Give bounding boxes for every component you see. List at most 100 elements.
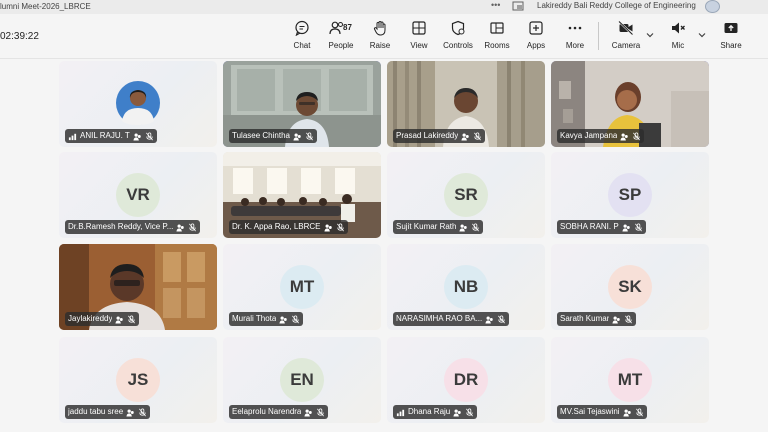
participant-name: Tulasee Chintha [232, 131, 290, 140]
initials-avatar: JS [116, 358, 160, 402]
participant-name: Jaylakireddy [68, 314, 113, 323]
participant-tile[interactable]: Tulasee Chintha [223, 61, 381, 147]
meeting-toolbar: 02:39:22 Chat 87 People Raise View Contr… [0, 14, 768, 59]
participant-name-tag: Dr.B.Ramesh Reddy, Vice P... [65, 220, 201, 234]
participant-name-tag: MV.Sai Tejaswini [557, 405, 647, 419]
role-icon [461, 133, 470, 141]
view-button[interactable]: View [399, 20, 439, 56]
participant-name: Eelaprolu Narendra [232, 407, 302, 416]
people-button[interactable]: 87 People [321, 20, 361, 56]
participant-name: Prasad Lakireddy [396, 131, 459, 140]
controls-button[interactable]: Controls [438, 20, 478, 56]
participant-name-tag: Kavya Jampana [557, 129, 645, 143]
camera-label: Camera [611, 41, 641, 50]
college-name: Lakireddy Bali Reddy College of Engineer… [537, 1, 696, 10]
participant-name: Kavya Jampana [560, 131, 618, 140]
participant-tile[interactable]: Dr. K. Appa Rao, LBRCE [223, 152, 381, 238]
share-label: Share [720, 41, 742, 50]
more-button[interactable]: More [555, 20, 595, 56]
more-options-icon[interactable]: ••• [491, 0, 500, 10]
share-button[interactable]: Share [711, 20, 751, 56]
mic-muted-icon [625, 314, 633, 323]
participant-tile[interactable]: SP SOBHA RANI. P [551, 152, 709, 238]
participant-name: Murali Thota [232, 314, 277, 323]
mic-muted-icon [498, 314, 506, 323]
mic-muted-icon [474, 131, 482, 140]
role-icon [293, 133, 301, 141]
initials-avatar: SK [608, 265, 652, 309]
participant-tile[interactable]: MT Murali Thota [223, 244, 381, 330]
participant-tile[interactable]: ANIL RAJU. T [59, 61, 217, 147]
mic-label: Mic [671, 41, 685, 50]
people-label: People [328, 41, 354, 50]
mic-muted-icon [145, 131, 153, 140]
rooms-button[interactable]: Rooms [477, 20, 517, 56]
role-icon [304, 409, 313, 417]
apps-button[interactable]: Apps [516, 20, 556, 56]
user-avatar[interactable] [705, 0, 720, 13]
participant-name-tag: Dhana Raju [393, 405, 478, 419]
participant-tile[interactable]: Kavya Jampana [551, 61, 709, 147]
chevron-down-icon[interactable] [645, 30, 655, 40]
mic-muted-icon [466, 407, 474, 416]
camera-off-icon [618, 20, 634, 36]
mic-muted-icon [472, 222, 480, 231]
participant-name: NARASIMHA RAO BA... [396, 314, 483, 323]
role-icon [176, 224, 185, 232]
participant-name: SOBHA RANI. P [560, 222, 619, 231]
chat-label: Chat [293, 41, 311, 50]
initials-avatar: DR [444, 358, 488, 402]
role-icon [133, 133, 141, 141]
role-icon [115, 316, 124, 324]
meeting-title: lumni Meet-2026_LBRCE [0, 2, 91, 11]
view-label: View [410, 41, 428, 50]
initials-avatar: NB [444, 265, 488, 309]
role-icon [126, 409, 134, 417]
chat-button[interactable]: Chat [282, 20, 322, 56]
chevron-down-icon[interactable] [697, 30, 707, 40]
participant-tile[interactable]: MT MV.Sai Tejaswini [551, 337, 709, 423]
mic-muted-icon [292, 314, 300, 323]
initials-avatar: VR [116, 173, 160, 217]
more-label: More [565, 41, 585, 50]
role-icon [453, 409, 461, 417]
apps-label: Apps [526, 41, 546, 50]
participant-name-tag: ANIL RAJU. T [65, 129, 157, 143]
network-signal-icon [68, 133, 77, 140]
window-titlebar: lumni Meet-2026_LBRCE ••• Lakireddy Bali… [0, 0, 768, 14]
initials-avatar: EN [280, 358, 324, 402]
raise-label: Raise [369, 41, 391, 50]
participant-name-tag: Murali Thota [229, 312, 304, 326]
mic-button[interactable]: Mic [658, 20, 698, 56]
initials-avatar: SR [444, 173, 488, 217]
raise-hand-button[interactable]: Raise [360, 20, 400, 56]
participant-name-tag: Dr. K. Appa Rao, LBRCE [229, 220, 348, 234]
mic-muted-icon [139, 407, 147, 416]
rooms-icon [490, 22, 504, 34]
mic-muted-icon [336, 222, 344, 231]
participant-tile[interactable]: SK Sarath Kumar [551, 244, 709, 330]
camera-button[interactable]: Camera [606, 20, 646, 56]
participant-name-tag: Tulasee Chintha [229, 129, 317, 143]
initials-avatar: SP [608, 173, 652, 217]
participant-tile[interactable]: NB NARASIMHA RAO BA... [387, 244, 545, 330]
participant-name: Dr. K. Appa Rao, LBRCE [232, 222, 321, 231]
participant-tile[interactable]: DR Dhana Raju [387, 337, 545, 423]
participant-tile[interactable]: Prasad Lakireddy [387, 61, 545, 147]
participant-tile[interactable]: VR Dr.B.Ramesh Reddy, Vice P... [59, 152, 217, 238]
controls-label: Controls [443, 41, 473, 50]
mic-muted-icon [633, 131, 641, 140]
shield-icon [451, 20, 465, 36]
participant-name-tag: jaddu tabu sree [65, 405, 151, 419]
share-screen-icon [724, 23, 738, 33]
participant-tile[interactable]: SR Sujit Kumar Rath [387, 152, 545, 238]
role-icon [622, 224, 630, 232]
role-icon [612, 316, 621, 324]
participant-tile[interactable]: Jaylakireddy [59, 244, 217, 330]
participant-name-tag: Sarath Kumar [557, 312, 637, 326]
participant-tile[interactable]: JS jaddu tabu sree [59, 337, 217, 423]
participant-name: Dr.B.Ramesh Reddy, Vice P... [68, 222, 174, 231]
participant-name: MV.Sai Tejaswini [560, 407, 620, 416]
participant-tile[interactable]: EN Eelaprolu Narendra [223, 337, 381, 423]
window-icon[interactable] [512, 1, 524, 11]
